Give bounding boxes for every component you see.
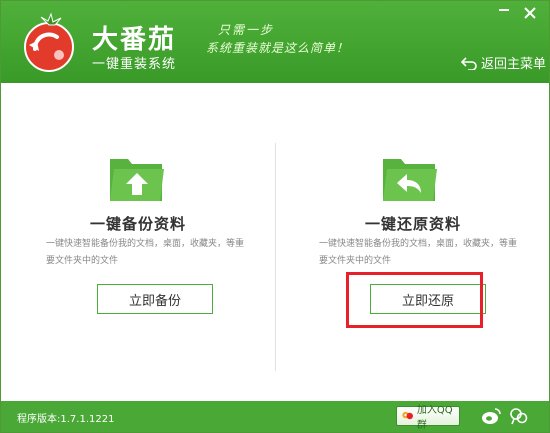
slogan-line-2: 系统重装就是这么简单！ <box>206 41 350 55</box>
close-icon[interactable] <box>521 5 539 21</box>
minimize-icon[interactable] <box>495 5 513 21</box>
restore-title: 一键还原资料 <box>364 215 461 233</box>
backup-panel: 一键备份资料 一键快速智能备份我的文档，桌面，收藏夹，等重要文件夹中的文件 立即… <box>1 83 275 401</box>
footer-bar: 程序版本:1.7.1.1221 加入QQ群 <box>1 401 549 432</box>
back-arrow-icon <box>460 56 477 70</box>
back-label: 返回主菜单 <box>481 57 547 72</box>
qq-group-icon <box>402 411 413 420</box>
app-name: 大番茄 <box>92 25 177 55</box>
app-window: 大番茄 一键重装系统 只需一步 系统重装就是这么简单！ 返回主菜单 一键备份资料… <box>0 0 550 433</box>
qq-group-label: 加入QQ群 <box>416 405 453 431</box>
header-bar: 大番茄 一键重装系统 只需一步 系统重装就是这么简单！ 返回主菜单 <box>1 1 549 83</box>
wechat-icon[interactable] <box>509 407 529 425</box>
folder-restore-icon <box>383 159 437 201</box>
slogan-line-1: 只需一步 <box>218 23 275 37</box>
folder-upload-icon <box>110 159 164 201</box>
restore-description: 一键快速智能备份我的文档，桌面，收藏夹，等重要文件夹中的文件 <box>319 239 518 266</box>
tomato-logo-icon <box>24 12 74 72</box>
main-content: 一键备份资料 一键快速智能备份我的文档，桌面，收藏夹，等重要文件夹中的文件 立即… <box>1 83 549 401</box>
version-text: 程序版本:1.7.1.1221 <box>17 414 115 425</box>
weibo-icon[interactable] <box>480 407 502 425</box>
back-to-main-menu-button[interactable]: 返回主菜单 <box>460 53 546 72</box>
backup-title: 一键备份资料 <box>89 215 186 233</box>
join-qq-group-button[interactable]: 加入QQ群 <box>396 405 460 431</box>
backup-now-button[interactable]: 立即备份 <box>97 284 213 314</box>
app-subtitle: 一键重装系统 <box>92 57 177 72</box>
restore-now-button[interactable]: 立即还原 <box>370 284 486 314</box>
restore-panel: 一键还原资料 一键快速智能备份我的文档，桌面，收藏夹，等重要文件夹中的文件 立即… <box>276 83 549 401</box>
backup-description: 一键快速智能备份我的文档，桌面，收藏夹，等重要文件夹中的文件 <box>46 239 245 266</box>
slogan: 只需一步 系统重装就是这么简单！ <box>206 19 386 59</box>
